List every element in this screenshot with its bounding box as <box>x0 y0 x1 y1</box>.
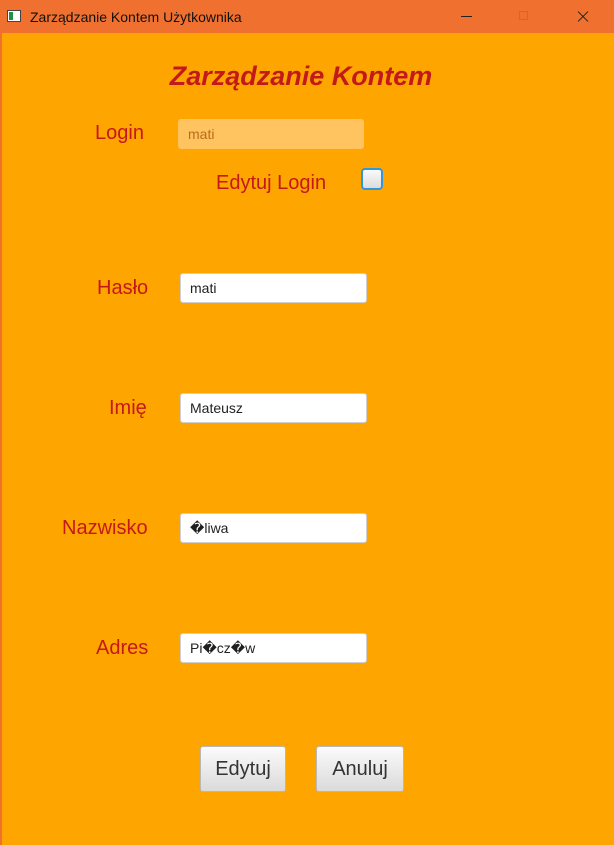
title-bar[interactable]: Zarządzanie Kontem Użytkownika <box>1 1 613 32</box>
last-name-field[interactable] <box>180 513 367 543</box>
cancel-button[interactable]: Anuluj <box>316 746 404 792</box>
address-label: Adres <box>96 637 149 659</box>
last-name-label: Nazwisko <box>62 517 148 539</box>
edit-login-label: Edytuj Login <box>216 172 327 194</box>
login-label: Login <box>95 122 144 144</box>
edit-button[interactable]: Edytuj <box>200 746 286 792</box>
maximize-button[interactable] <box>501 1 547 32</box>
first-name-field[interactable] <box>180 393 367 423</box>
login-field <box>178 119 364 149</box>
window-title: Zarządzanie Kontem Użytkownika <box>30 9 242 25</box>
first-name-label: Imię <box>109 397 147 419</box>
close-button[interactable] <box>559 1 605 32</box>
address-field[interactable] <box>180 633 367 663</box>
edit-login-checkbox[interactable] <box>361 168 383 190</box>
java-app-icon <box>7 10 21 22</box>
form-heading: Zarządzanie Kontem <box>169 61 433 91</box>
account-form-panel: Zarządzanie Kontem Login Edytuj Login Ha… <box>2 33 614 845</box>
account-window: Zarządzanie Kontem Użytkownika Zarządzan… <box>0 0 614 845</box>
password-field[interactable] <box>180 273 367 303</box>
password-label: Hasło <box>97 277 149 299</box>
minimize-button[interactable] <box>444 1 490 32</box>
